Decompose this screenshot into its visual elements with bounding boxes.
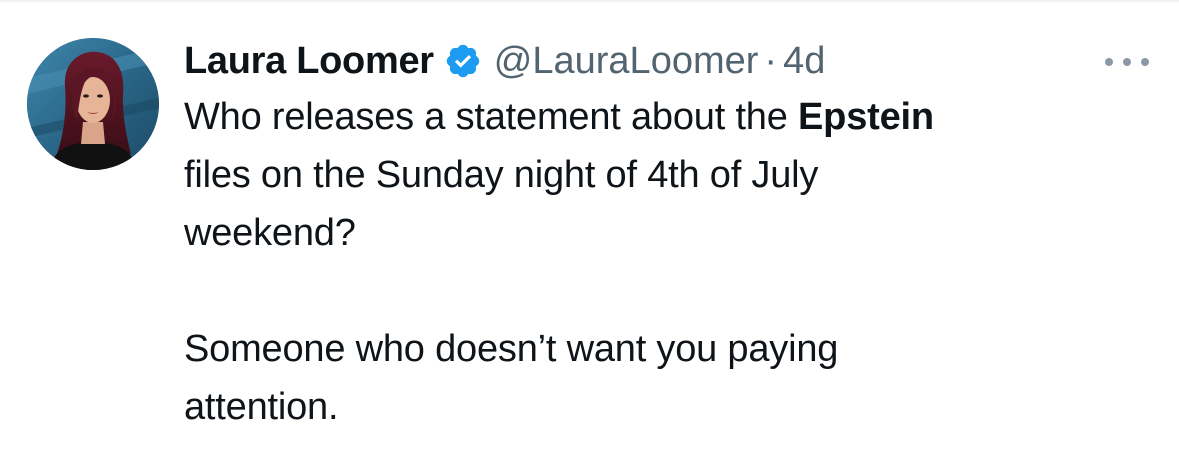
tweet-line-2: files on the Sunday night of 4th of July [184,154,819,196]
separator-dot: · [764,39,778,82]
tweet-line-5: attention. [184,386,339,428]
more-dot [1123,58,1131,66]
more-dot [1141,58,1149,66]
verified-badge-icon[interactable] [444,42,482,80]
tweet-line-4: Someone who doesn’t want you paying [184,328,839,370]
tweet-text: Who releases a statement about the Epste… [184,88,1144,436]
more-dot [1105,58,1113,66]
more-options-icon[interactable] [1105,42,1149,82]
tweet-line-1-bold: Epstein [798,96,934,138]
tweet-line: Who releases a statement about the Epste… [184,88,1144,146]
tweet-line-3: weekend? [184,212,356,254]
timestamp[interactable]: 4d [783,40,825,83]
tweet-header: Laura Loomer @LauraLoomer · 4d [184,38,825,84]
avatar[interactable] [27,38,159,170]
user-handle[interactable]: @LauraLoomer [494,40,759,83]
tweet-line-1-prefix: Who releases a statement about the [184,96,799,138]
display-name[interactable]: Laura Loomer [184,40,434,83]
tweet-card[interactable]: Laura Loomer @LauraLoomer · 4d Who relea… [0,0,1179,455]
